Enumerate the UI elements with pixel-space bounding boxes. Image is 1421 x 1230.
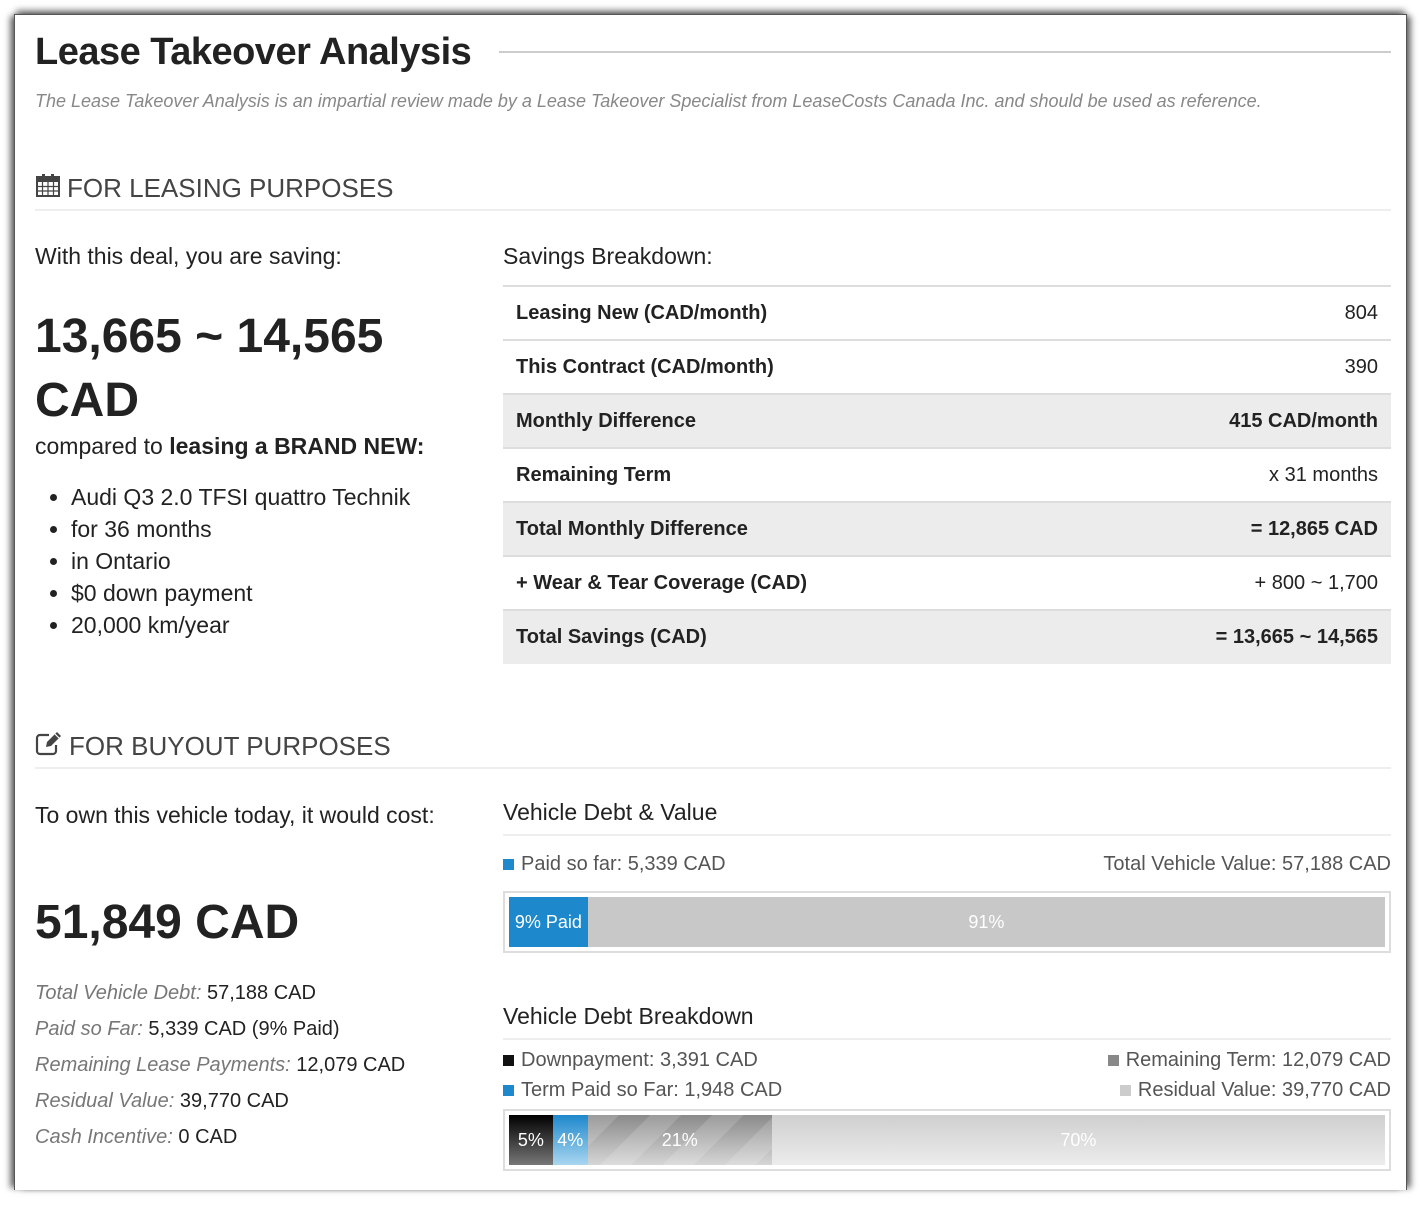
spec-item: 20,000 km/year (71, 609, 410, 641)
row-value: = 13,665 ~ 14,565 (1060, 610, 1391, 664)
buyout-section-title: FOR BUYOUT PURPOSES (69, 730, 391, 761)
leasing-section-title: FOR LEASING PURPOSES (67, 172, 394, 203)
fact-label: Cash Incentive: (35, 1126, 173, 1148)
row-label: Monthly Difference (503, 394, 1060, 449)
fact-label: Paid so Far: (35, 1018, 143, 1040)
legend-swatch (503, 1055, 514, 1066)
fact-label: Total Vehicle Debt: (35, 982, 202, 1004)
table-row: Total Savings (CAD) = 13,665 ~ 14,565 (503, 610, 1391, 664)
fact-row: Residual Value: 39,770 CAD (35, 1083, 405, 1119)
compare-text: compared to leasing a BRAND NEW: (35, 433, 424, 460)
fact-value: 0 CAD (178, 1126, 238, 1148)
compare-prefix: compared to (35, 433, 170, 459)
row-label: + Wear & Tear Coverage (CAD) (503, 556, 1060, 611)
savings-currency: CAD (35, 374, 139, 427)
legend-swatch (1107, 1055, 1119, 1066)
fact-label: Residual Value: (35, 1090, 175, 1112)
title-divider (499, 51, 1391, 53)
progress-segment-paid: 9% Paid (509, 897, 588, 947)
progress-segment-remaining-term: 21% (587, 1115, 772, 1165)
spec-item: Audi Q3 2.0 TFSI quattro Technik (71, 481, 410, 513)
fact-row: Cash Incentive: 0 CAD (35, 1119, 405, 1155)
row-value: x 31 months (1060, 448, 1391, 503)
fact-row: Paid so Far: 5,339 CAD (9% Paid) (35, 1011, 405, 1047)
legend-label: Downpayment: 3,391 CAD (521, 1049, 758, 1071)
legend-downpayment: Downpayment: 3,391 CAD (503, 1049, 758, 1072)
savings-range: 13,665 ~ 14,565 (35, 310, 384, 363)
spec-item: for 36 months (71, 513, 410, 545)
spec-item: $0 down payment (71, 577, 410, 609)
calendar-icon (35, 172, 67, 205)
progress-track: 9% Paid 91% (509, 897, 1385, 947)
legend-label: Remaining Term: 12,079 CAD (1125, 1049, 1391, 1071)
debt-value-title: Vehicle Debt & Value (503, 799, 1391, 836)
table-row: Total Monthly Difference = 12,865 CAD (503, 502, 1391, 557)
savings-lead: With this deal, you are saving: (35, 243, 342, 269)
row-label: This Contract (CAD/month) (503, 340, 1060, 395)
progress-segment-residual: 70% (771, 1115, 1385, 1165)
debt-breakdown-progress: 5% 4% 21% 70% (503, 1109, 1391, 1171)
debt-breakdown-title: Vehicle Debt Breakdown (503, 1003, 1391, 1040)
legend-swatch (503, 1085, 514, 1096)
fact-value: 5,339 CAD (9% Paid) (148, 1018, 340, 1040)
progress-segment-term-paid: 4% (552, 1115, 588, 1165)
fact-label: Remaining Lease Payments: (35, 1054, 291, 1076)
legend-swatch (1119, 1085, 1131, 1096)
page-title: Lease Takeover Analysis (35, 30, 472, 73)
progress-track: 5% 4% 21% 70% (509, 1115, 1385, 1165)
savings-breakdown-title: Savings Breakdown: (503, 243, 713, 269)
row-label: Total Monthly Difference (503, 502, 1060, 557)
debt-value-progress: 9% Paid 91% (503, 891, 1391, 953)
legend-remaining-term: Remaining Term: 12,079 CAD (1107, 1049, 1391, 1072)
legend-swatch (503, 859, 514, 870)
savings-breakdown-table: Leasing New (CAD/month) 804 This Contract… (503, 285, 1391, 664)
fact-value: 39,770 CAD (179, 1090, 289, 1112)
table-row: Remaining Term x 31 months (503, 448, 1391, 503)
table-row: + Wear & Tear Coverage (CAD) + 800 ~ 1,70… (503, 556, 1391, 611)
table-row: Monthly Difference 415 CAD/month (503, 394, 1391, 449)
compare-bold: leasing a BRAND NEW: (169, 433, 425, 459)
legend-paid: Paid so far: 5,339 CAD (503, 853, 726, 876)
edit-icon (35, 730, 69, 763)
leasing-section-header: FOR LEASING PURPOSES (35, 167, 1391, 211)
row-value: 804 (1060, 286, 1391, 341)
buyout-lead: To own this vehicle today, it would cost… (35, 802, 435, 828)
row-value: 415 CAD/month (1060, 394, 1391, 449)
legend-label: Paid so far: 5,339 CAD (521, 853, 726, 875)
row-label: Total Savings (CAD) (503, 610, 1060, 664)
table-row: This Contract (CAD/month) 390 (503, 340, 1391, 395)
legend-residual-value: Residual Value: 39,770 CAD (1119, 1079, 1391, 1102)
buyout-cost: 51,849 CAD (35, 896, 300, 949)
legend-label: Residual Value: 39,770 CAD (1137, 1079, 1391, 1101)
legend-label: Total Vehicle Value: 57,188 CAD (1103, 853, 1391, 875)
fact-row: Total Vehicle Debt: 57,188 CAD (35, 975, 405, 1011)
table-row: Leasing New (CAD/month) 804 (503, 286, 1391, 341)
row-label: Remaining Term (503, 448, 1060, 503)
fact-value: 12,079 CAD (296, 1054, 406, 1076)
legend-term-paid: Term Paid so Far: 1,948 CAD (503, 1079, 782, 1102)
row-label: Leasing New (CAD/month) (503, 286, 1060, 341)
legend-total-value: Total Vehicle Value: 57,188 CAD (1103, 853, 1391, 876)
fact-value: 57,188 CAD (206, 982, 316, 1004)
page-header: Lease Takeover Analysis (35, 27, 1391, 77)
fact-row: Remaining Lease Payments: 12,079 CAD (35, 1047, 405, 1083)
spec-item: in Ontario (71, 545, 410, 577)
progress-segment-downpayment: 5% (509, 1115, 553, 1165)
analysis-card: Lease Takeover Analysis The Lease Takeov… (14, 14, 1407, 1190)
row-value: 390 (1060, 340, 1391, 395)
progress-segment-remaining: 91% (587, 897, 1385, 947)
page-subtitle: The Lease Takeover Analysis is an impart… (35, 91, 1262, 111)
buyout-section-header: FOR BUYOUT PURPOSES (35, 725, 1391, 769)
row-value: + 800 ~ 1,700 (1060, 556, 1391, 611)
new-lease-specs: Audi Q3 2.0 TFSI quattro Technik for 36 … (35, 481, 410, 641)
legend-label: Term Paid so Far: 1,948 CAD (521, 1079, 783, 1101)
buyout-facts: Total Vehicle Debt: 57,188 CAD Paid so F… (35, 975, 405, 1155)
row-value: = 12,865 CAD (1060, 502, 1391, 557)
